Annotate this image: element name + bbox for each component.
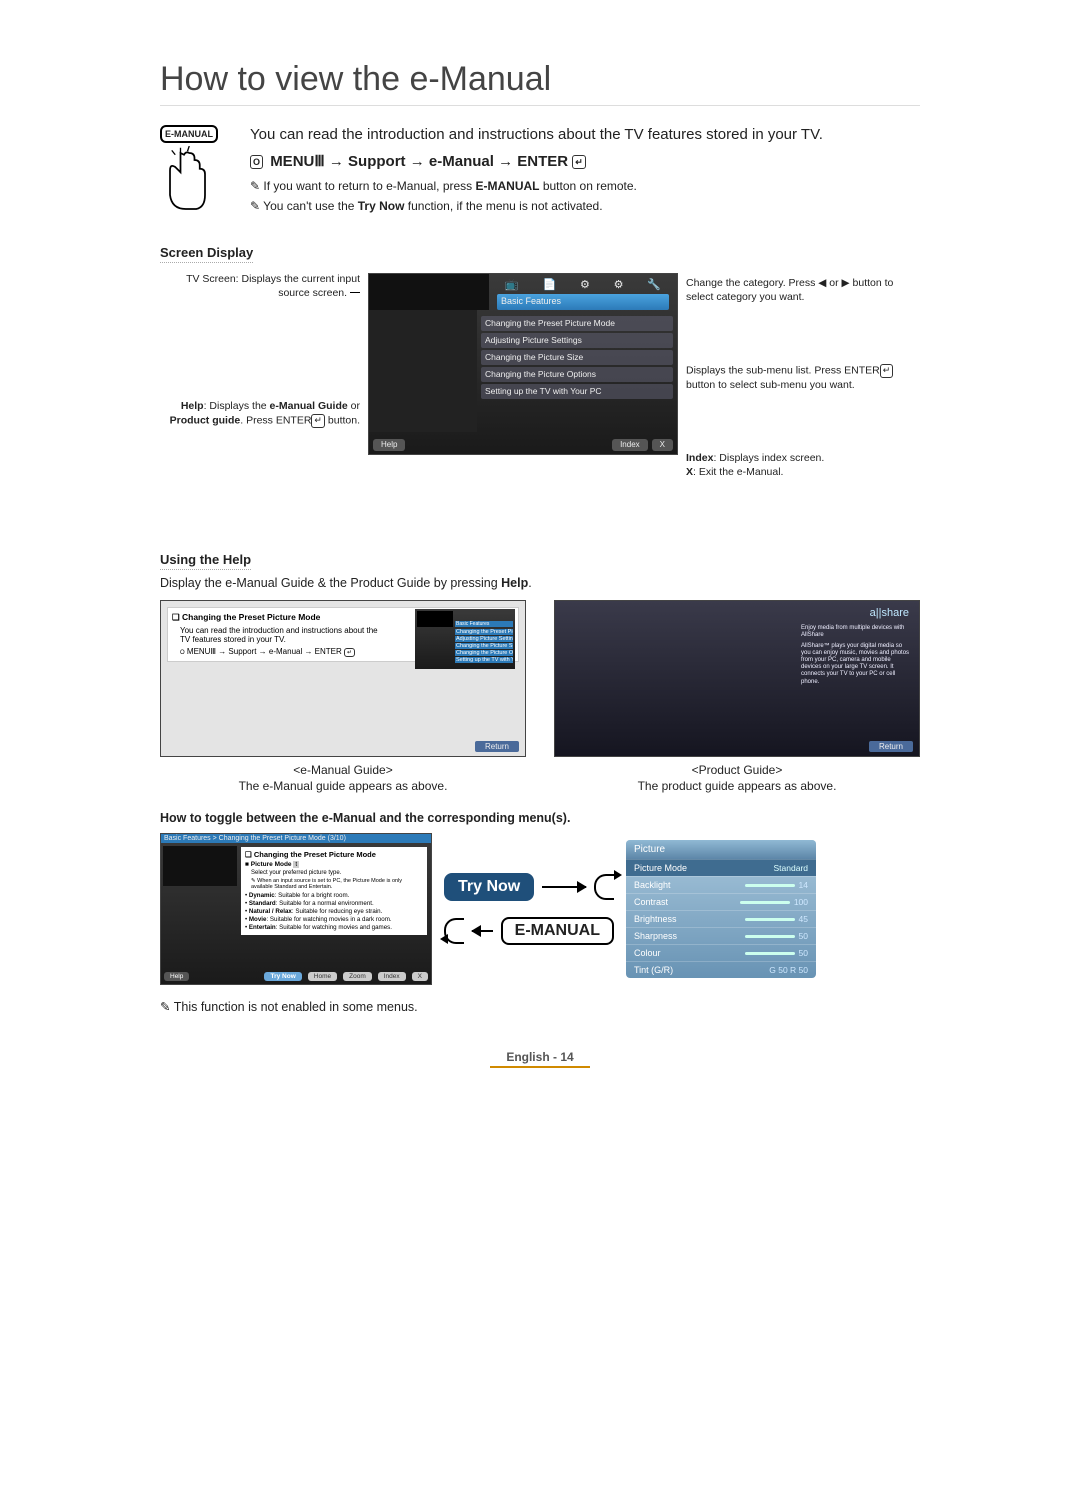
submenu-item[interactable]: Changing the Preset Picture Mode — [481, 316, 673, 331]
category-icon: ⚙ — [614, 278, 624, 292]
osd-row[interactable]: Sharpness 50 — [626, 927, 816, 944]
osd-row[interactable]: Backlight 14 — [626, 876, 816, 893]
allshare-logo: a||share — [870, 607, 909, 619]
home-button[interactable]: Home — [308, 972, 337, 981]
guide-caption-title: <e-Manual Guide> — [160, 763, 526, 777]
enter-icon: ↵ — [880, 364, 894, 378]
note-try-now: You can't use the Try Now function, if t… — [250, 198, 920, 215]
zoom-button[interactable]: Zoom — [343, 972, 372, 981]
callout-submenu: Displays the sub-menu list. Press ENTER↵… — [686, 364, 896, 392]
page-footer: English - 14 — [160, 1050, 920, 1064]
osd-title: Picture — [626, 840, 816, 859]
final-note: This function is not enabled in some men… — [160, 999, 920, 1014]
gallery-thumbs — [369, 310, 477, 432]
help-button[interactable]: Help — [164, 972, 189, 981]
category-icon: 🔧 — [647, 278, 661, 292]
hand-icon — [160, 146, 215, 216]
tv-preview-thumb — [369, 274, 489, 310]
callout-index-x: Index: Displays index screen. X: Exit th… — [686, 452, 896, 479]
osd-row[interactable]: Brightness 45 — [626, 910, 816, 927]
mini-screen: Basic Features Changing the Preset Pictu… — [415, 609, 515, 669]
close-button[interactable]: X — [652, 439, 673, 451]
category-icon: 📄 — [542, 278, 556, 292]
path-prefix-icon: O — [250, 155, 263, 170]
category-icon: ⚙ — [580, 278, 590, 292]
product-caption-desc: The product guide appears as above. — [554, 779, 920, 793]
section-screen-display: Screen Display — [160, 245, 253, 263]
osd-row[interactable]: Tint (G/R) G 50 R 50 — [626, 961, 816, 978]
section-using-help: Using the Help — [160, 552, 251, 570]
index-button[interactable]: Index — [612, 439, 648, 451]
arrow-right-icon — [542, 886, 586, 888]
category-icon: 📺 — [505, 278, 519, 292]
emanual-guide-screenshot: ❏ Changing the Preset Picture Mode You c… — [160, 600, 526, 757]
breadcrumb: Basic Features > Changing the Preset Pic… — [161, 834, 431, 843]
callout-tv-screen: TV Screen: Displays the current input so… — [160, 273, 360, 300]
osd-row[interactable]: Contrast 100 — [626, 893, 816, 910]
emanual-remote-button: E-MANUAL — [501, 917, 614, 945]
note-return-remote: If you want to return to e-Manual, press… — [250, 178, 920, 195]
path-prefix-icon: O — [180, 650, 185, 656]
return-button[interactable]: Return — [475, 741, 519, 752]
menu-navigation-path: O MENUⅢ → Support → e-Manual → ENTER ↵ — [250, 151, 920, 172]
note: ✎ When an input source is set to PC, the… — [251, 878, 423, 890]
try-now-button[interactable]: Try Now — [264, 972, 301, 981]
product-caption-title: <Product Guide> — [554, 763, 920, 777]
index-button[interactable]: Index — [378, 972, 406, 981]
page-title: How to view the e-Manual — [160, 60, 920, 106]
curve-arrow-icon — [444, 918, 464, 944]
submenu-item[interactable]: Adjusting Picture Settings — [481, 333, 673, 348]
help-button[interactable]: Help — [373, 439, 405, 451]
arrow-left-icon — [472, 930, 493, 932]
osd-row[interactable]: Picture Mode Standard — [626, 859, 816, 876]
callout-help: Help: Displays the e-Manual Guide or Pro… — [160, 400, 360, 428]
product-guide-screenshot: a||share Enjoy media from multiple devic… — [554, 600, 920, 757]
enter-icon: ↵ — [311, 414, 325, 428]
curve-arrow-icon — [594, 874, 614, 900]
callout-change-category: Change the category. Press ◀ or ▶ button… — [686, 277, 896, 304]
close-button[interactable]: X — [412, 972, 428, 981]
emanual-screen-mock: 📺 📄 ⚙ ⚙ 🔧 Basic Features Changing the Pr… — [368, 273, 678, 455]
category-label[interactable]: Basic Features — [497, 294, 669, 310]
enter-icon: ↵ — [572, 155, 586, 170]
toggle-heading: How to toggle between the e-Manual and t… — [160, 811, 920, 825]
help-description: Display the e-Manual Guide & the Product… — [160, 576, 920, 590]
submenu-item[interactable]: Setting up the TV with Your PC — [481, 384, 673, 399]
enter-icon: ↵ — [344, 648, 355, 657]
emanual-button-label: E-MANUAL — [160, 125, 218, 143]
submenu-list: Changing the Preset Picture Mode Adjusti… — [481, 316, 673, 401]
emanual-detail-screenshot: Basic Features > Changing the Preset Pic… — [160, 833, 432, 985]
submenu-item[interactable]: Changing the Picture Size — [481, 350, 673, 365]
intro-paragraph: You can read the introduction and instru… — [250, 124, 920, 145]
guide-caption-desc: The e-Manual guide appears as above. — [160, 779, 526, 793]
try-now-remote-button: Try Now — [444, 873, 534, 901]
submenu-item[interactable]: Changing the Picture Options — [481, 367, 673, 382]
picture-osd-menu: Picture Picture Mode Standard Backlight … — [626, 840, 816, 978]
tv-preview-thumb — [163, 846, 237, 886]
emanual-press-illustration: E-MANUAL — [160, 124, 250, 221]
osd-row[interactable]: Colour 50 — [626, 944, 816, 961]
return-button[interactable]: Return — [869, 741, 913, 752]
